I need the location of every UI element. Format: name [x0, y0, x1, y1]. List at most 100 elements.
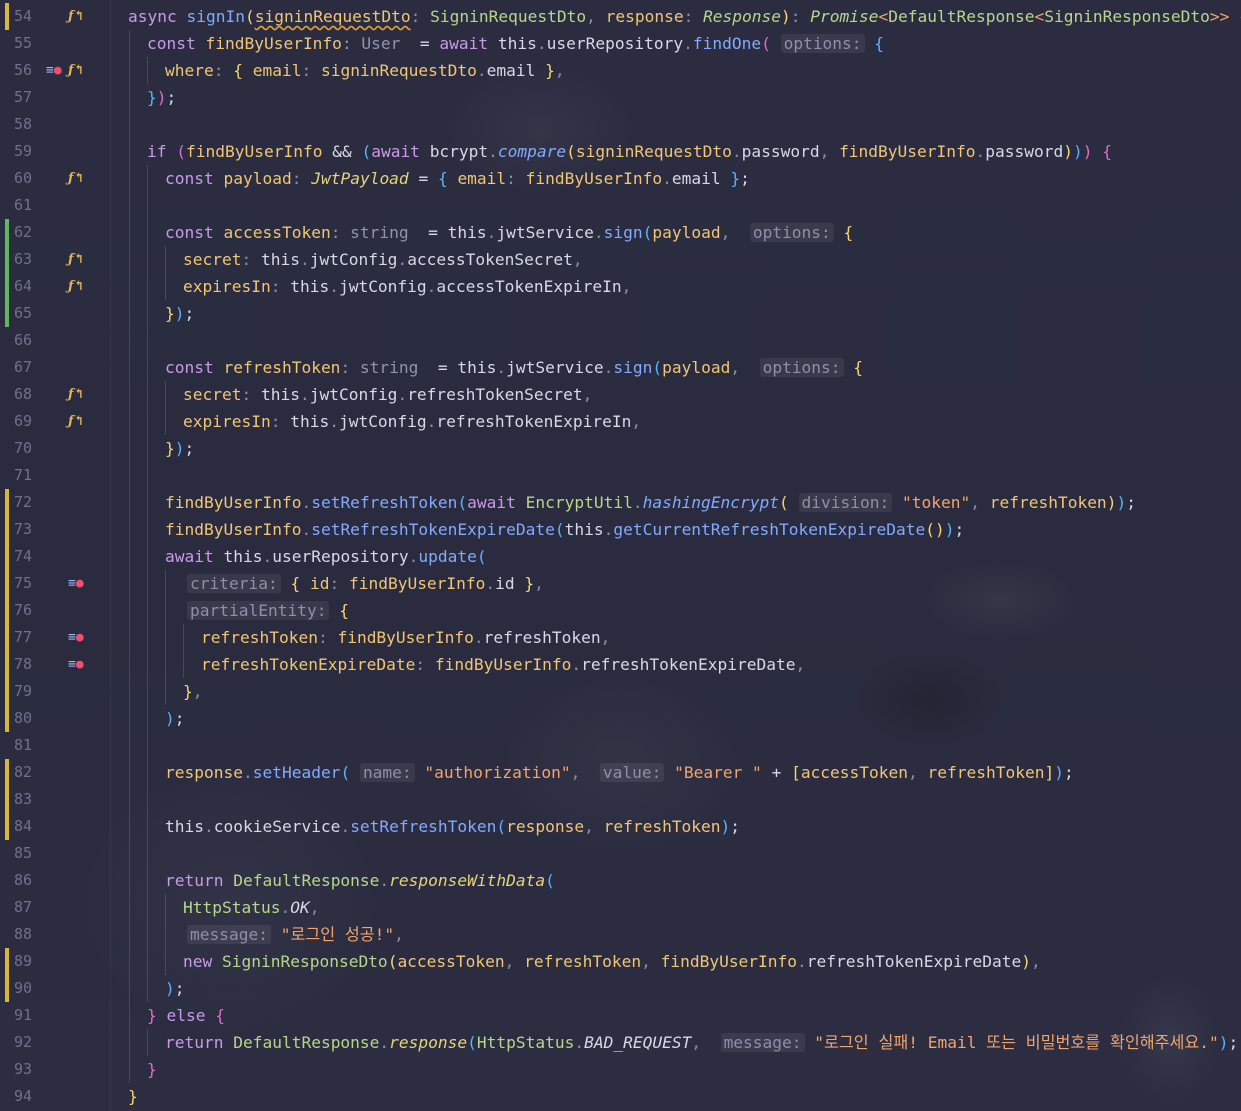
line-number[interactable]: 89 [14, 948, 44, 975]
line-number[interactable]: 76 [14, 597, 44, 624]
code-line-64[interactable]: expiresIn: this.jwtConfig.accessTokenExp… [183, 273, 631, 300]
code-editor[interactable]: 54 ƒ↰ 55 56 ƒ↰ ≡● 57 58 59 60 ƒ↰ 61 62 63 ƒ↰ 64 ƒ↰ 65 66 67… [0, 0, 1241, 1111]
code-line-67[interactable]: const refreshToken: string = this.jwtSer… [165, 354, 863, 381]
git-modified-marker[interactable] [5, 489, 9, 516]
code-line-59[interactable]: if (findByUserInfo && (await bcrypt.comp… [147, 138, 1112, 165]
code-line-75[interactable]: criteria: { id: findByUserInfo.id }, [187, 570, 544, 597]
line-number[interactable]: 60 [14, 165, 44, 192]
line-number[interactable]: 81 [14, 732, 44, 759]
code-line-62[interactable]: const accessToken: string = this.jwtServ… [165, 219, 853, 246]
line-number[interactable]: 55 [14, 30, 44, 57]
reference-marker-icon[interactable]: ≡● [68, 574, 84, 594]
line-number[interactable]: 54 [14, 3, 44, 30]
code-line-56[interactable]: where: { email: signinRequestDto.email }… [165, 57, 565, 84]
function-marker-icon[interactable]: ƒ↰ [68, 7, 85, 27]
code-line-73[interactable]: findByUserInfo.setRefreshTokenExpireDate… [165, 516, 964, 543]
line-number[interactable]: 85 [14, 840, 44, 867]
code-line-94[interactable]: } [128, 1083, 138, 1110]
line-number[interactable]: 70 [14, 435, 44, 462]
reference-marker-icon[interactable]: ≡● [68, 628, 84, 648]
code-line-68[interactable]: secret: this.jwtConfig.refreshTokenSecre… [183, 381, 592, 408]
reference-marker-icon[interactable]: ≡● [68, 655, 84, 675]
code-line-57[interactable]: }); [147, 84, 176, 111]
git-modified-marker[interactable] [5, 597, 9, 624]
git-modified-marker[interactable] [5, 813, 9, 840]
code-line-92[interactable]: return DefaultResponse.response(HttpStat… [165, 1029, 1238, 1056]
line-number[interactable]: 69 [14, 408, 44, 435]
line-number[interactable]: 56 [14, 57, 44, 84]
code-line-65[interactable]: }); [165, 300, 194, 327]
line-number[interactable]: 80 [14, 705, 44, 732]
line-number[interactable]: 88 [14, 921, 44, 948]
git-modified-marker[interactable] [5, 3, 9, 30]
code-line-91[interactable]: } else { [147, 1002, 225, 1029]
code-line-84[interactable]: this.cookieService.setRefreshToken(respo… [165, 813, 740, 840]
code-line-70[interactable]: }); [165, 435, 194, 462]
line-number[interactable]: 61 [14, 192, 44, 219]
line-number[interactable]: 66 [14, 327, 44, 354]
git-modified-marker[interactable] [5, 786, 9, 813]
line-number[interactable]: 59 [14, 138, 44, 165]
git-modified-marker[interactable] [5, 543, 9, 570]
code-line-63[interactable]: secret: this.jwtConfig.accessTokenSecret… [183, 246, 583, 273]
git-modified-marker[interactable] [5, 516, 9, 543]
line-number[interactable]: 90 [14, 975, 44, 1002]
line-number[interactable]: 94 [14, 1083, 44, 1110]
line-number[interactable]: 83 [14, 786, 44, 813]
git-modified-marker[interactable] [5, 570, 9, 597]
git-modified-marker[interactable] [5, 678, 9, 705]
code-line-86[interactable]: return DefaultResponse.responseWithData( [165, 867, 555, 894]
reference-marker-icon[interactable]: ≡● [46, 61, 62, 81]
git-modified-marker[interactable] [5, 759, 9, 786]
line-number[interactable]: 86 [14, 867, 44, 894]
function-marker-icon[interactable]: ƒ↰ [68, 385, 85, 405]
git-added-marker[interactable] [5, 219, 9, 246]
line-number[interactable]: 68 [14, 381, 44, 408]
line-number[interactable]: 84 [14, 813, 44, 840]
code-line-93[interactable]: } [147, 1056, 157, 1083]
function-marker-icon[interactable]: ƒ↰ [68, 412, 85, 432]
line-number[interactable]: 72 [14, 489, 44, 516]
line-number[interactable]: 73 [14, 516, 44, 543]
line-number[interactable]: 67 [14, 354, 44, 381]
code-line-76[interactable]: partialEntity: { [187, 597, 349, 624]
git-added-marker[interactable] [5, 246, 9, 273]
line-number[interactable]: 64 [14, 273, 44, 300]
line-number[interactable]: 57 [14, 84, 44, 111]
line-number[interactable]: 74 [14, 543, 44, 570]
line-number[interactable]: 65 [14, 300, 44, 327]
code-line-55[interactable]: const findByUserInfo: User = await this.… [147, 30, 884, 57]
code-line-88[interactable]: message: "로그인 성공!", [187, 921, 404, 948]
git-added-marker[interactable] [5, 273, 9, 300]
line-number[interactable]: 87 [14, 894, 44, 921]
git-added-marker[interactable] [5, 300, 9, 327]
code-line-54[interactable]: async signIn(signinRequestDto: SigninReq… [128, 3, 1241, 30]
git-modified-marker[interactable] [5, 948, 9, 975]
code-line-72[interactable]: findByUserInfo.setRefreshToken(await Enc… [165, 489, 1136, 516]
code-line-69[interactable]: expiresIn: this.jwtConfig.refreshTokenEx… [183, 408, 641, 435]
git-modified-marker[interactable] [5, 651, 9, 678]
function-marker-icon[interactable]: ƒ↰ [68, 250, 85, 270]
code-line-82[interactable]: response.setHeader( name: "authorization… [165, 759, 1074, 786]
line-number[interactable]: 75 [14, 570, 44, 597]
code-line-89[interactable]: new SigninResponseDto(accessToken, refre… [183, 948, 1041, 975]
function-marker-icon[interactable]: ƒ↰ [68, 277, 85, 297]
function-marker-icon[interactable]: ƒ↰ [68, 61, 85, 81]
line-number[interactable]: 93 [14, 1056, 44, 1083]
git-modified-marker[interactable] [5, 705, 9, 732]
line-number[interactable]: 62 [14, 219, 44, 246]
code-line-74[interactable]: await this.userRepository.update( [165, 543, 487, 570]
line-number[interactable]: 58 [14, 111, 44, 138]
line-number[interactable]: 91 [14, 1002, 44, 1029]
line-number[interactable]: 92 [14, 1029, 44, 1056]
line-number[interactable]: 79 [14, 678, 44, 705]
git-modified-marker[interactable] [5, 624, 9, 651]
code-line-80[interactable]: ); [165, 705, 185, 732]
line-number[interactable]: 71 [14, 462, 44, 489]
line-number[interactable]: 82 [14, 759, 44, 786]
line-number[interactable]: 78 [14, 651, 44, 678]
line-number[interactable]: 63 [14, 246, 44, 273]
git-modified-marker[interactable] [5, 975, 9, 1002]
code-line-77[interactable]: refreshToken: findByUserInfo.refreshToke… [201, 624, 610, 651]
function-marker-icon[interactable]: ƒ↰ [68, 169, 85, 189]
